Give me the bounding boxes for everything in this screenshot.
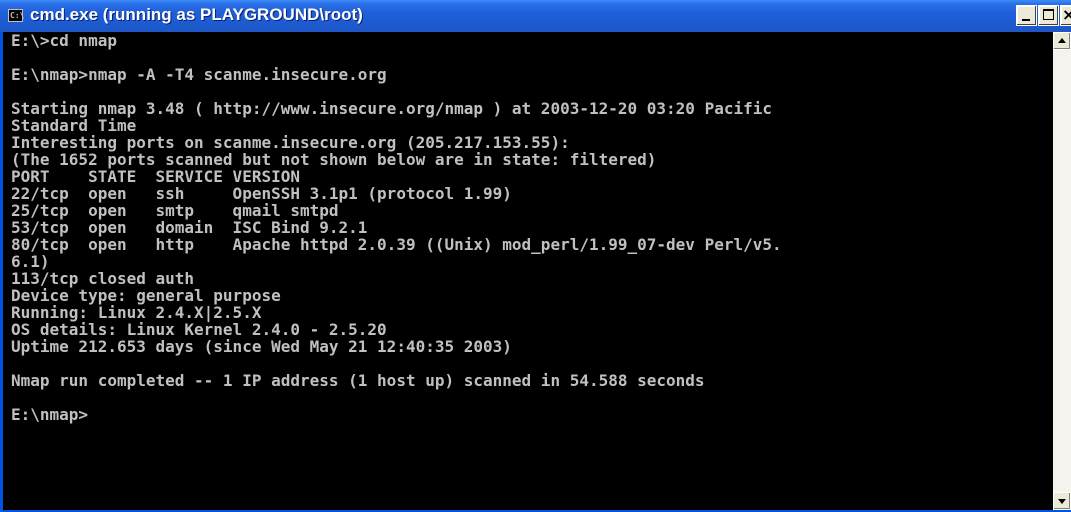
window-title: cmd.exe (running as PLAYGROUND\root)	[30, 5, 363, 24]
console-line: E:\nmap>nmap -A -T4 scanme.insecure.org	[11, 65, 387, 84]
console-line: 80/tcp open http Apache httpd 2.0.39 ((U…	[11, 235, 782, 254]
console-line: Starting nmap 3.48 ( http://www.insecure…	[11, 99, 772, 118]
console-line: 53/tcp open domain ISC Bind 9.2.1	[11, 218, 368, 237]
console-line: Device type: general purpose	[11, 286, 281, 305]
console-line: Nmap run completed -- 1 IP address (1 ho…	[11, 371, 705, 390]
console-line: Running: Linux 2.4.X|2.5.X	[11, 303, 262, 322]
maximize-button[interactable]	[1038, 5, 1059, 26]
console-line: E:\>cd nmap	[11, 32, 117, 50]
minimize-button[interactable]	[1016, 5, 1037, 26]
console-line: 25/tcp open smtp qmail smtpd	[11, 201, 339, 220]
console-line: Interesting ports on scanme.insecure.org…	[11, 133, 570, 152]
close-icon: ×	[1062, 5, 1071, 24]
console-prompt: E:\nmap>	[11, 405, 89, 424]
maximize-icon	[1043, 9, 1054, 20]
console-app-icon-label: C:\	[10, 11, 25, 20]
console-line: 113/tcp closed auth	[11, 269, 195, 288]
title-bar[interactable]: C:\ cmd.exe (running as PLAYGROUND\root)…	[0, 0, 1071, 32]
console-app-icon[interactable]: C:\	[8, 9, 25, 22]
arrow-down-icon	[1058, 499, 1066, 504]
close-button[interactable]: ×	[1060, 5, 1071, 26]
console-line: 22/tcp open ssh OpenSSH 3.1p1 (protocol …	[11, 184, 512, 203]
arrow-up-icon	[1058, 38, 1066, 43]
console-line: (The 1652 ports scanned but not shown be…	[11, 150, 657, 169]
minimize-icon	[1022, 19, 1030, 21]
console-line: Standard Time	[11, 116, 137, 135]
vertical-scrollbar[interactable]	[1053, 32, 1071, 510]
console-output[interactable]: E:\>cd nmap E:\nmap>nmap -A -T4 scanme.i…	[3, 32, 1053, 510]
console-line: OS details: Linux Kernel 2.4.0 - 2.5.20	[11, 320, 387, 339]
console-line: PORT STATE SERVICE VERSION	[11, 167, 300, 186]
scroll-down-button[interactable]	[1053, 492, 1071, 510]
console-line: 6.1)	[11, 252, 50, 271]
scroll-up-button[interactable]	[1053, 32, 1071, 50]
cmd-window: C:\ cmd.exe (running as PLAYGROUND\root)…	[0, 0, 1071, 512]
console-line: Uptime 212.653 days (since Wed May 21 12…	[11, 337, 512, 356]
